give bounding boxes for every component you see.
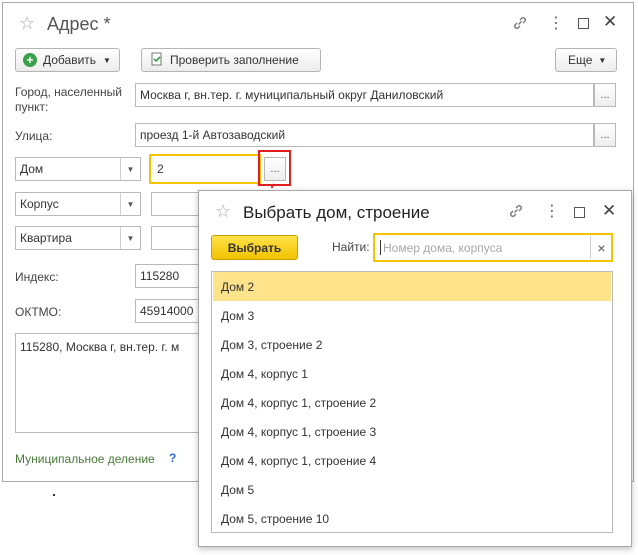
house-type-select[interactable]: Дом ▼ — [15, 157, 141, 181]
list-item[interactable]: Дом 4, корпус 1, строение 3 — [213, 417, 611, 446]
star-icon[interactable]: ☆ — [215, 201, 231, 222]
maximize-icon[interactable] — [574, 207, 585, 218]
text-cursor — [380, 240, 381, 255]
select-button[interactable]: Выбрать — [211, 235, 298, 260]
full-address-field[interactable]: 115280, Москва г, вн.тер. г. м — [15, 333, 209, 433]
list-item[interactable]: Дом 4, корпус 1 — [213, 359, 611, 388]
more-button[interactable]: Еще ▼ — [555, 48, 617, 72]
add-button[interactable]: + Добавить ▼ — [15, 48, 120, 72]
list-item[interactable]: Дом 5 — [213, 475, 611, 504]
link-icon[interactable] — [508, 203, 524, 222]
star-icon[interactable]: ☆ — [19, 13, 35, 34]
dropdown-arrow-icon: ▼ — [120, 227, 140, 249]
clear-search-icon[interactable]: × — [590, 236, 612, 259]
link-icon[interactable] — [512, 15, 528, 34]
municipal-division-link[interactable]: Муниципальное деление — [15, 452, 155, 466]
search-input[interactable]: Номер дома, корпуса — [373, 233, 613, 262]
dropdown-arrow-icon: ▼ — [598, 55, 607, 65]
plus-icon: + — [23, 53, 37, 67]
dropdown-arrow-icon: ▼ — [120, 193, 140, 215]
street-select-button[interactable]: ... — [594, 123, 616, 147]
city-field[interactable]: Москва г, вн.тер. г. муниципальный округ… — [135, 83, 594, 107]
picker-title: Выбрать дом, строение — [243, 203, 430, 222]
city-label: Город, населенный пункт: — [15, 85, 122, 114]
close-icon[interactable]: ✕ — [602, 201, 616, 221]
picker-window: ☆ Выбрать дом, строение ⋮ ✕ Выбрать Найт… — [198, 190, 632, 547]
find-label: Найти: — [332, 240, 370, 254]
maximize-icon[interactable] — [578, 18, 589, 29]
kvartira-type-select[interactable]: Квартира ▼ — [15, 226, 141, 250]
list-item[interactable]: Дом 3 — [213, 301, 611, 330]
oktmo-label: ОКТМО: — [15, 305, 62, 319]
city-select-button[interactable]: ... — [594, 83, 616, 107]
check-fill-button[interactable]: Проверить заполнение — [141, 48, 321, 72]
list-item[interactable]: Дом 4, корпус 1, строение 2 — [213, 388, 611, 417]
check-document-icon — [150, 52, 164, 69]
dropdown-arrow-icon: ▼ — [120, 158, 140, 180]
more-icon[interactable]: ⋮ — [548, 13, 564, 33]
window-title: Адрес * — [47, 14, 111, 34]
list-item[interactable]: Дом 5, строение 10 — [213, 504, 611, 533]
dropdown-arrow-icon: ▼ — [103, 55, 111, 65]
street-label: Улица: — [15, 129, 53, 143]
house-select-button[interactable]: ... — [264, 157, 286, 181]
list-item[interactable]: Дом 3, строение 2 — [213, 330, 611, 359]
list-item[interactable]: Дом 2 — [213, 272, 611, 301]
index-label: Индекс: — [15, 270, 59, 284]
house-list: Дом 2 Дом 3 Дом 3, строение 2 Дом 4, корпус… — [211, 271, 613, 533]
help-icon[interactable]: ? — [169, 451, 176, 465]
korpus-type-select[interactable]: Корпус ▼ — [15, 192, 141, 216]
list-item[interactable]: Дом 4, корпус 1, строение 4 — [213, 446, 611, 475]
street-field[interactable]: проезд 1-й Автозаводский — [135, 123, 594, 147]
house-number-field[interactable]: 2 — [149, 154, 261, 184]
more-icon[interactable]: ⋮ — [544, 201, 560, 221]
stray-dot — [53, 494, 55, 496]
close-icon[interactable]: ✕ — [603, 12, 617, 32]
